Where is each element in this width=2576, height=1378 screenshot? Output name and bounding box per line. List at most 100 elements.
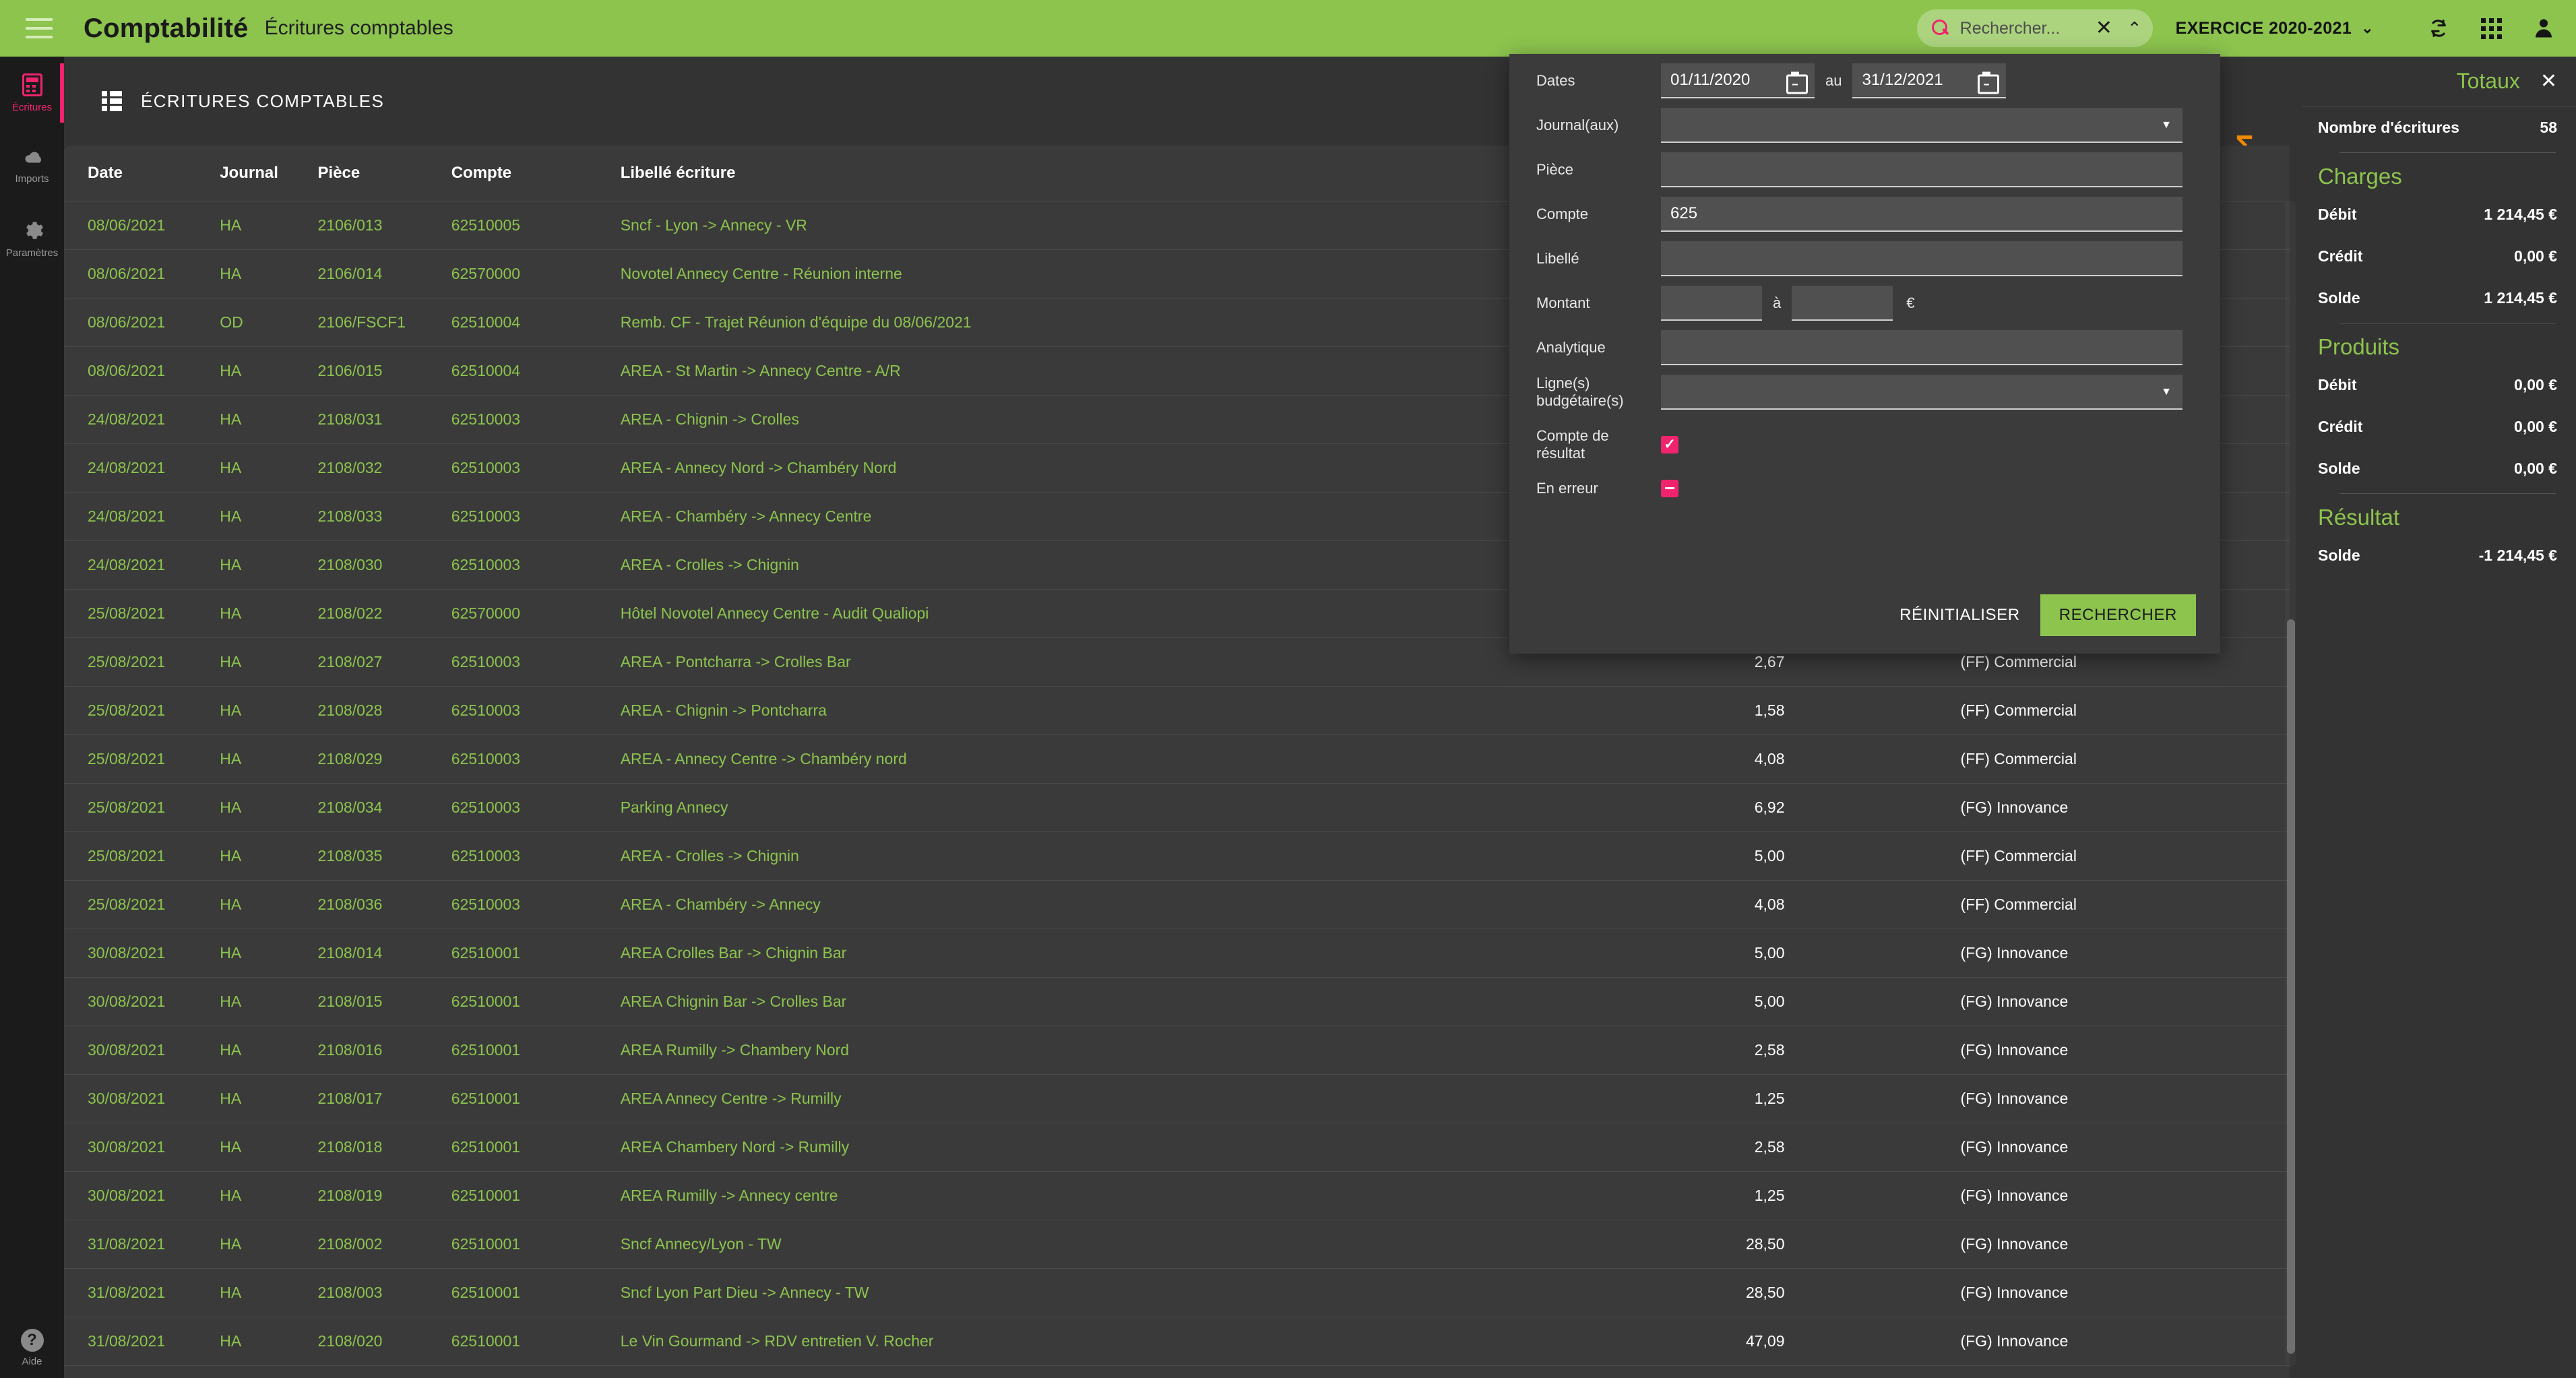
table-row[interactable]: 25/08/2021HA2108/03662510003AREA - Chamb… [64, 880, 2290, 929]
table-row[interactable]: 31/08/2021HA2108/00262510001Sncf Annecy/… [64, 1220, 2290, 1268]
label-dates: Dates [1536, 72, 1661, 90]
label-au: au [1825, 72, 1842, 90]
gear-icon [21, 219, 44, 242]
apps-grid-icon[interactable] [2476, 13, 2506, 43]
cell-compte: 62510001 [451, 1074, 621, 1123]
global-search-box[interactable]: Rechercher... ✕ ⌃ [1917, 9, 2153, 47]
field-en-erreur: En erreur [1509, 480, 2220, 497]
search-input[interactable]: Rechercher... [1960, 19, 2078, 38]
compte-resultat-checkbox[interactable]: ✓ [1661, 436, 1678, 453]
en-erreur-checkbox[interactable] [1661, 480, 1678, 497]
sidebar-item-label: Paramètres [6, 247, 59, 259]
table-row[interactable]: 31/08/2021HA2108/00362510001Sncf Lyon Pa… [64, 1268, 2290, 1317]
montant-max-input[interactable] [1792, 286, 1893, 321]
account-icon[interactable] [2529, 13, 2558, 43]
label-lignes-budgetaires: Ligne(s) budgétaire(s) [1536, 375, 1661, 410]
date-to-wrap [1852, 63, 2006, 98]
cell-compte: 62510003 [451, 832, 621, 880]
montant-min-input[interactable] [1661, 286, 1762, 321]
lignes-budgetaires-select[interactable] [1661, 375, 2182, 410]
cell-debit: 5,00 [1635, 929, 1809, 977]
cell-compte: 62510003 [451, 783, 621, 832]
table-row[interactable]: 30/08/2021HA2108/01762510001AREA Annecy … [64, 1074, 2290, 1123]
refresh-icon[interactable] [2424, 13, 2453, 43]
cell-libelle: AREA Rumilly -> Chambery Nord [621, 1026, 1635, 1074]
sidebar-item-label: Imports [15, 173, 49, 185]
cell-journal: HA [220, 1171, 317, 1220]
table-row[interactable]: 25/08/2021HA2108/02962510003AREA - Annec… [64, 734, 2290, 783]
cell-libelle: AREA - Chambéry -> Annecy Centre [621, 492, 1635, 540]
calendar-icon-to[interactable] [1978, 72, 1995, 90]
cell-piece: 2108/022 [318, 589, 451, 637]
table-row[interactable]: 25/08/2021HA2108/03462510003Parking Anne… [64, 783, 2290, 832]
table-row[interactable]: 25/08/2021HA2108/03562510003AREA - Croll… [64, 832, 2290, 880]
cell-analytique: (FG) Innovance [1933, 929, 2290, 977]
totals-section-title: Produits [2302, 327, 2576, 364]
totals-header: Totaux ✕ [2302, 57, 2576, 106]
sidebar-item-imports[interactable]: Imports [0, 129, 64, 202]
search-panel-actions: RÉINITIALISER RECHERCHER [1899, 594, 2196, 636]
left-nav-rail: Écritures Imports Paramètres ? Aide [0, 57, 64, 1378]
cell-piece: 2108/014 [318, 929, 451, 977]
cell-date: 31/08/2021 [64, 1317, 220, 1365]
cell-date: 24/08/2021 [64, 540, 220, 589]
column-header-compte[interactable]: Compte [451, 146, 621, 201]
cell-journal: HA [220, 783, 317, 832]
table-row[interactable]: 30/08/2021HA2108/01862510001AREA Chamber… [64, 1123, 2290, 1171]
calendar-icon-from[interactable] [1786, 72, 1804, 90]
totals-row-value: -1 214,45 € [2479, 546, 2557, 565]
table-row[interactable]: 30/08/2021HA2108/01462510001AREA Crolles… [64, 929, 2290, 977]
analytique-input[interactable] [1661, 330, 2182, 365]
search-collapse-icon[interactable]: ⌃ [2127, 20, 2142, 37]
cell-credit [1809, 1074, 1934, 1123]
cell-analytique: (FF) Commercial [1933, 686, 2290, 734]
journaux-select-wrap: ▼ [1661, 108, 2182, 143]
cell-libelle: Sncf Annecy/Lyon - TW [621, 1220, 1635, 1268]
menu-icon[interactable] [26, 18, 53, 38]
reset-button[interactable]: RÉINITIALISER [1899, 606, 2020, 625]
cell-piece: 2108/003 [318, 1268, 451, 1317]
column-header-date[interactable]: Date [64, 146, 220, 201]
cell-compte: 62510003 [451, 880, 621, 929]
totals-row-label: Solde [2318, 460, 2360, 478]
cell-piece: 2108/032 [318, 443, 451, 492]
column-header-journal[interactable]: Journal [220, 146, 317, 201]
search-clear-icon[interactable]: ✕ [2096, 18, 2112, 38]
totals-row-value: 0,00 € [2514, 247, 2557, 265]
table-row[interactable]: 30/08/2021HA2108/01562510001AREA Chignin… [64, 977, 2290, 1026]
compte-input[interactable] [1661, 197, 2182, 232]
sidebar-item-parametres[interactable]: Paramètres [0, 202, 64, 275]
cell-journal: HA [220, 832, 317, 880]
sidebar-item-ecritures[interactable]: Écritures [0, 57, 64, 129]
exercice-selector[interactable]: EXERCICE 2020-2021 ⌄ [2176, 19, 2374, 38]
libelle-input[interactable] [1661, 241, 2182, 276]
piece-input[interactable] [1661, 152, 2182, 187]
table-row[interactable]: 31/08/2021HA2108/02062510001Le Vin Gourm… [64, 1317, 2290, 1365]
cell-compte: 62510001 [451, 1026, 621, 1074]
totals-count-row: Nombre d'écritures 58 [2302, 106, 2576, 148]
page-title: ÉCRITURES COMPTABLES [141, 91, 384, 112]
cell-piece: 2108/018 [318, 1123, 451, 1171]
table-row[interactable]: 30/08/2021HA2108/01962510001AREA Rumilly… [64, 1171, 2290, 1220]
divider [2339, 493, 2556, 494]
help-label: Aide [22, 1356, 42, 1367]
totals-row-label: Solde [2318, 546, 2360, 565]
table-row[interactable]: 25/08/2021HA2108/02862510003AREA - Chign… [64, 686, 2290, 734]
column-header-libelle[interactable]: Libellé écriture [621, 146, 1635, 201]
search-button[interactable]: RECHERCHER [2040, 594, 2196, 636]
close-icon[interactable]: ✕ [2540, 71, 2557, 92]
breadcrumb-section: Écritures comptables [265, 17, 453, 40]
cell-credit [1809, 734, 1934, 783]
cell-compte: 62510003 [451, 492, 621, 540]
help-button[interactable]: ? Aide [0, 1329, 64, 1367]
journaux-select[interactable] [1661, 108, 2182, 143]
column-header-piece[interactable]: Pièce [318, 146, 451, 201]
list-icon [102, 91, 122, 111]
table-row[interactable]: 30/08/2021HA2108/01662510001AREA Rumilly… [64, 1026, 2290, 1074]
cell-date: 25/08/2021 [64, 832, 220, 880]
cell-analytique: (FG) Innovance [1933, 1171, 2290, 1220]
cell-journal: HA [220, 492, 317, 540]
cell-journal: HA [220, 443, 317, 492]
chevron-down-icon: ⌄ [2361, 20, 2374, 37]
table-scrollbar-thumb[interactable] [2287, 619, 2295, 1354]
